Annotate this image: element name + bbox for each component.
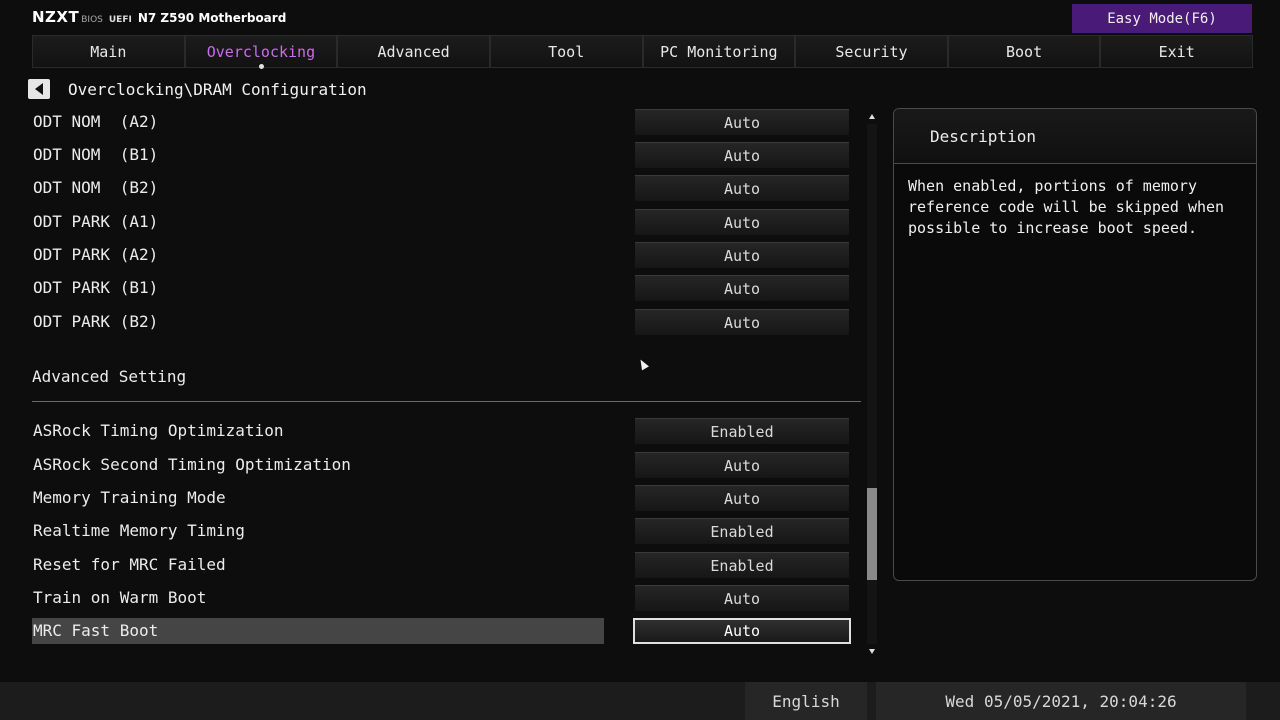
language-selector[interactable]: English xyxy=(745,682,867,720)
setting-row-odt-nom-b2[interactable]: ODT NOM (B2) Auto xyxy=(32,175,862,201)
setting-label: Realtime Memory Timing xyxy=(33,521,245,540)
setting-row-realtime-memory-timing[interactable]: Realtime Memory Timing Enabled xyxy=(32,518,862,544)
setting-row-asrock-second-timing-optimization[interactable]: ASRock Second Timing Optimization Auto xyxy=(32,452,862,478)
description-panel: Description When enabled, portions of me… xyxy=(893,108,1257,581)
tab-main[interactable]: Main xyxy=(32,35,185,68)
scroll-up-arrow-icon[interactable] xyxy=(869,114,875,119)
tab-boot[interactable]: Boot xyxy=(947,35,1101,68)
scroll-down-arrow-icon[interactable] xyxy=(869,649,875,654)
tab-tool[interactable]: Tool xyxy=(489,35,643,68)
setting-row-odt-nom-b1[interactable]: ODT NOM (B1) Auto xyxy=(32,142,862,168)
setting-value[interactable]: Auto xyxy=(635,485,849,511)
section-divider xyxy=(32,401,861,402)
tab-pc-monitoring[interactable]: PC Monitoring xyxy=(642,35,796,68)
scroll-thumb[interactable] xyxy=(867,487,877,580)
tab-overclocking[interactable]: Overclocking xyxy=(184,35,338,69)
back-arrow-icon xyxy=(35,83,43,95)
setting-value[interactable]: Auto xyxy=(633,618,851,644)
top-bar: NZXT BIOS UEFI N7 Z590 Motherboard Easy … xyxy=(0,0,1280,36)
setting-value[interactable]: Enabled xyxy=(635,518,849,544)
setting-value[interactable]: Auto xyxy=(635,175,849,201)
description-header: Description xyxy=(894,109,1256,164)
breadcrumb-path: Overclocking\DRAM Configuration xyxy=(68,79,367,99)
setting-row-reset-for-mrc-failed[interactable]: Reset for MRC Failed Enabled xyxy=(32,552,862,578)
setting-row-odt-nom-a2[interactable]: ODT NOM (A2) Auto xyxy=(32,109,862,135)
setting-value[interactable]: Auto xyxy=(635,452,849,478)
setting-value[interactable]: Enabled xyxy=(635,552,849,578)
setting-row-mrc-fast-boot[interactable]: MRC Fast Boot Auto xyxy=(32,618,862,644)
brand-name: NZXT xyxy=(32,8,80,26)
section-title-advanced-setting: Advanced Setting xyxy=(32,367,187,386)
description-text: When enabled, portions of memory referen… xyxy=(908,177,1225,237)
tab-security[interactable]: Security xyxy=(795,35,948,68)
setting-label: ODT NOM (B1) xyxy=(33,145,159,164)
setting-value[interactable]: Auto xyxy=(635,142,849,168)
setting-label: ODT PARK (B2) xyxy=(33,312,159,331)
setting-value[interactable]: Auto xyxy=(635,309,849,335)
setting-label: ODT PARK (A2) xyxy=(33,245,159,264)
setting-row-train-on-warm-boot[interactable]: Train on Warm Boot Auto xyxy=(32,585,862,611)
setting-row-odt-park-a2[interactable]: ODT PARK (A2) Auto xyxy=(32,242,862,268)
setting-row-odt-park-b1[interactable]: ODT PARK (B1) Auto xyxy=(32,275,862,301)
setting-value[interactable]: Auto xyxy=(635,209,849,235)
brand-logo: NZXT BIOS UEFI N7 Z590 Motherboard xyxy=(32,8,286,26)
setting-label: ODT NOM (A2) xyxy=(33,112,159,131)
mouse-cursor-icon xyxy=(637,357,649,371)
brand-model: N7 Z590 Motherboard xyxy=(137,11,287,25)
setting-row-odt-park-b2[interactable]: ODT PARK (B2) Auto xyxy=(32,309,862,335)
setting-row-memory-training-mode[interactable]: Memory Training Mode Auto xyxy=(32,485,862,511)
main-tabs: Main Overclocking Advanced Tool PC Monit… xyxy=(32,35,1253,69)
setting-value[interactable]: Auto xyxy=(635,242,849,268)
setting-value[interactable]: Auto xyxy=(635,109,849,135)
description-title: Description xyxy=(930,127,1036,146)
setting-row-asrock-timing-optimization[interactable]: ASRock Timing Optimization Enabled xyxy=(32,418,862,444)
setting-label: ODT NOM (B2) xyxy=(33,178,159,197)
setting-value[interactable]: Auto xyxy=(635,275,849,301)
setting-label: Reset for MRC Failed xyxy=(33,555,226,574)
setting-label: ASRock Second Timing Optimization xyxy=(33,455,351,474)
setting-value[interactable]: Auto xyxy=(635,585,849,611)
easy-mode-button[interactable]: Easy Mode(F6) xyxy=(1072,4,1252,33)
breadcrumb: Overclocking\DRAM Configuration xyxy=(28,79,367,99)
settings-scrollbar[interactable] xyxy=(866,112,878,656)
setting-row-odt-park-a1[interactable]: ODT PARK (A1) Auto xyxy=(32,209,862,235)
datetime-display: Wed 05/05/2021, 20:04:26 xyxy=(876,682,1246,720)
setting-label: ODT PARK (B1) xyxy=(33,278,159,297)
brand-uefi: UEFI xyxy=(108,15,132,25)
footer-bar: English Wed 05/05/2021, 20:04:26 xyxy=(0,682,1280,720)
setting-label: MRC Fast Boot xyxy=(33,621,159,640)
brand-bios: BIOS xyxy=(81,15,103,25)
setting-label: Train on Warm Boot xyxy=(33,588,207,607)
setting-value[interactable]: Enabled xyxy=(635,418,849,444)
tab-advanced[interactable]: Advanced xyxy=(337,35,490,68)
setting-label: ASRock Timing Optimization xyxy=(33,421,284,440)
setting-label: ODT PARK (A1) xyxy=(33,212,159,231)
setting-label: Memory Training Mode xyxy=(33,488,226,507)
back-button[interactable] xyxy=(28,79,50,99)
tab-exit[interactable]: Exit xyxy=(1100,35,1253,68)
